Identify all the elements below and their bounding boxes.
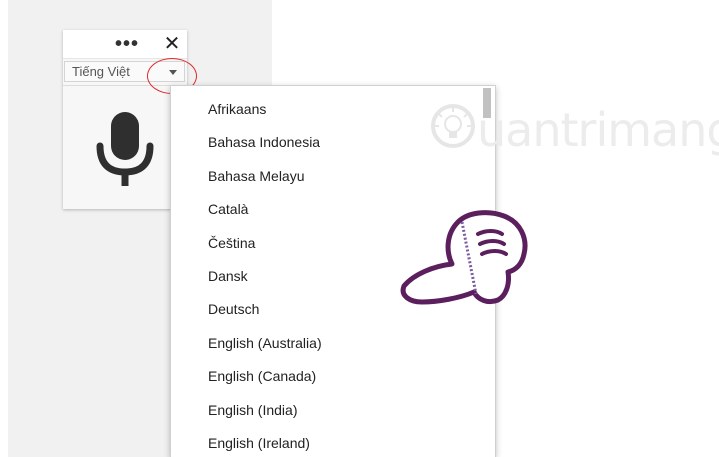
watermark-text: uantrimang bbox=[477, 103, 719, 157]
microphone-area[interactable] bbox=[63, 86, 187, 209]
widget-header: ••• ✕ bbox=[63, 30, 187, 58]
language-option[interactable]: English (Australia) bbox=[171, 330, 481, 363]
close-icon[interactable]: ✕ bbox=[163, 34, 181, 54]
language-selected-label: Tiếng Việt bbox=[72, 64, 130, 79]
more-options-icon[interactable]: ••• bbox=[115, 34, 138, 54]
language-option[interactable]: English (India) bbox=[171, 397, 481, 430]
lightbulb-logo-icon bbox=[431, 104, 475, 148]
pointing-hand-icon bbox=[400, 210, 528, 305]
microphone-icon[interactable] bbox=[96, 112, 154, 186]
language-option[interactable]: Bahasa Melayu bbox=[171, 163, 481, 196]
language-option[interactable]: English (Ireland) bbox=[171, 430, 481, 457]
language-option[interactable]: English (Canada) bbox=[171, 363, 481, 396]
watermark: uantrimang bbox=[429, 96, 719, 166]
voice-input-widget: ••• ✕ Tiếng Việt bbox=[63, 30, 187, 209]
